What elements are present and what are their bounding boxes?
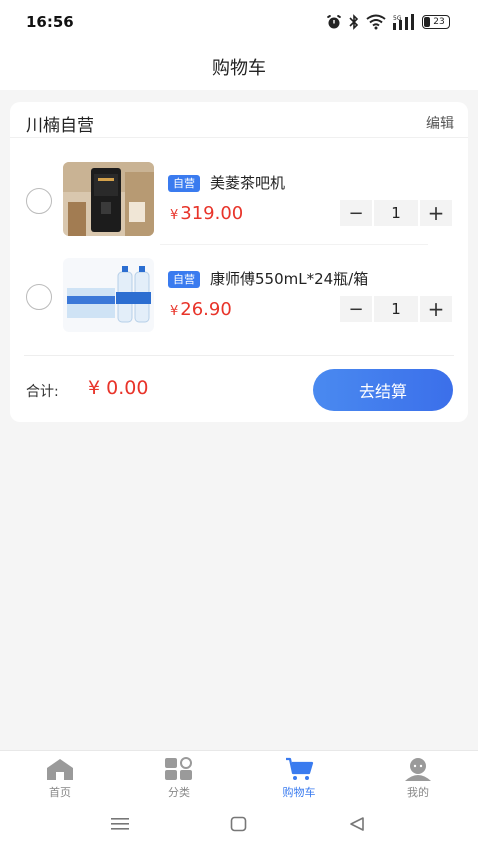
status-icons: 5G 23	[326, 13, 450, 31]
tab-label: 购物车	[282, 786, 316, 799]
menu-icon[interactable]	[111, 816, 129, 832]
increase-quantity-button[interactable]: +	[420, 296, 452, 322]
decrease-quantity-button[interactable]: −	[340, 200, 372, 226]
wifi-icon	[366, 14, 386, 30]
cart-icon	[286, 757, 314, 780]
cart-card: 川楠自营 编辑 自营 美菱茶吧机 ¥319.00 − 1 + 自营 康师傅550…	[10, 102, 468, 422]
system-nav-bar	[0, 804, 478, 850]
price-value: 26.90	[180, 299, 232, 320]
tab-profile[interactable]: 我的	[378, 757, 458, 800]
item-select-radio[interactable]	[26, 284, 52, 310]
edit-button[interactable]: 编辑	[426, 113, 454, 133]
home-square-icon[interactable]	[230, 816, 248, 832]
battery-icon: 23	[422, 15, 450, 29]
plus-icon: +	[427, 201, 445, 225]
quantity-stepper: − 1 +	[340, 200, 452, 226]
tab-label: 首页	[49, 786, 71, 799]
summary-divider	[24, 355, 454, 356]
alarm-icon	[327, 15, 341, 29]
profile-icon	[405, 758, 431, 781]
item-price: ¥26.90	[170, 299, 232, 320]
bluetooth-icon	[349, 14, 359, 30]
decrease-quantity-button[interactable]: −	[340, 296, 372, 322]
tea-bar-machine-image[interactable]	[63, 162, 154, 236]
status-bar: 16:56 5G 23	[0, 0, 478, 44]
tab-home[interactable]: 首页	[20, 757, 100, 800]
back-triangle-icon[interactable]	[348, 816, 366, 832]
self-operated-tag: 自营	[168, 271, 200, 288]
quantity-value[interactable]: 1	[374, 296, 418, 322]
page-title: 购物车	[212, 58, 266, 79]
home-icon	[47, 759, 73, 780]
tab-cart[interactable]: 购物车	[259, 757, 339, 800]
price-value: 319.00	[180, 203, 244, 224]
cart-item: 自营 美菱茶吧机 ¥319.00 − 1 +	[10, 158, 468, 250]
minus-icon: −	[348, 202, 364, 224]
tab-label: 我的	[407, 786, 429, 799]
item-divider	[160, 244, 428, 245]
status-time: 16:56	[26, 13, 74, 31]
plus-icon: +	[427, 297, 445, 321]
store-name: 川楠自营	[26, 116, 94, 136]
item-name[interactable]: 美菱茶吧机	[210, 172, 285, 193]
category-icon	[165, 757, 192, 780]
item-name[interactable]: 康师傅550mL*24瓶/箱	[210, 268, 368, 289]
item-select-radio[interactable]	[26, 188, 52, 214]
minus-icon: −	[348, 298, 364, 320]
tab-label: 分类	[168, 786, 190, 799]
nav-bar: 购物车	[0, 44, 478, 90]
increase-quantity-button[interactable]: +	[420, 200, 452, 226]
currency-symbol: ¥	[170, 208, 179, 223]
checkout-button[interactable]: 去结算	[313, 369, 453, 411]
quantity-stepper: − 1 +	[340, 296, 452, 322]
cart-item: 自营 康师傅550mL*24瓶/箱 ¥26.90 − 1 +	[10, 254, 468, 346]
item-price: ¥319.00	[170, 203, 243, 224]
quantity-value[interactable]: 1	[374, 200, 418, 226]
total-value: ¥ 0.00	[88, 377, 149, 399]
battery-level: 23	[433, 17, 445, 27]
total-label: 合计:	[26, 384, 59, 400]
store-header: 川楠自营 编辑	[10, 102, 468, 138]
tab-category[interactable]: 分类	[139, 757, 219, 800]
bottom-tab-bar: 首页 分类 购物车 我的	[0, 750, 478, 804]
water-bottles-image[interactable]	[63, 258, 154, 332]
currency-symbol: ¥	[170, 304, 179, 319]
signal-icon: 5G	[393, 14, 414, 30]
self-operated-tag: 自营	[168, 175, 200, 192]
